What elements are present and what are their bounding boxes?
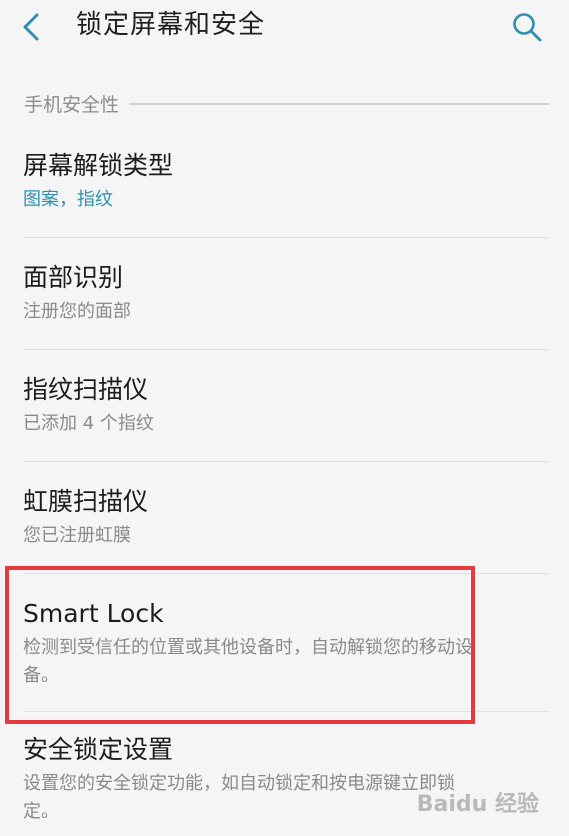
item-subtitle: 图案，指纹 [23,189,113,210]
page-title: 锁定屏幕和安全 [76,10,266,40]
divider [23,573,549,574]
item-subtitle: 注册您的面部 [23,301,131,322]
list-item-secure-lock-settings[interactable]: 安全锁定设置 设置您的安全锁定功能，如自动锁定和按电源键立即锁定。 [0,724,569,836]
list-item-face-recognition[interactable]: 面部识别 注册您的面部 [0,250,569,348]
list-item-fingerprint-scanner[interactable]: 指纹扫描仪 已添加 4 个指纹 [0,362,569,460]
back-arrow-icon [23,13,39,41]
divider [23,461,549,462]
item-title: 指纹扫描仪 [23,375,149,404]
section-divider [129,103,549,105]
item-subtitle: 设置您的安全锁定功能，如自动锁定和按电源键立即锁定。 [23,773,455,822]
item-title: 面部识别 [23,263,124,292]
search-icon [513,13,542,42]
app-bar: 锁定屏幕和安全 [0,0,569,56]
item-subtitle: 已添加 4 个指纹 [23,413,154,434]
list-item-screen-unlock-type[interactable]: 屏幕解锁类型 图案，指纹 [0,140,569,238]
divider [23,349,549,350]
item-subtitle: 检测到受信任的位置或其他设备时，自动解锁您的移动设备。 [23,637,473,686]
back-button[interactable] [14,10,48,44]
list-item-smart-lock[interactable]: Smart Lock 检测到受信任的位置或其他设备时，自动解锁您的移动设备。 [0,586,569,710]
section-label: 手机安全性 [24,93,120,116]
item-title: 虹膜扫描仪 [23,487,149,516]
item-title: Smart Lock [23,599,164,628]
search-button[interactable] [508,8,546,46]
item-title: 安全锁定设置 [23,735,174,764]
section-header: 手机安全性 [24,88,549,118]
item-title: 屏幕解锁类型 [23,151,174,180]
divider [23,237,549,238]
list-item-iris-scanner[interactable]: 虹膜扫描仪 您已注册虹膜 [0,474,569,572]
watermark: Baidu 经验 [416,792,539,817]
divider [23,711,549,712]
item-subtitle: 您已注册虹膜 [23,525,131,546]
